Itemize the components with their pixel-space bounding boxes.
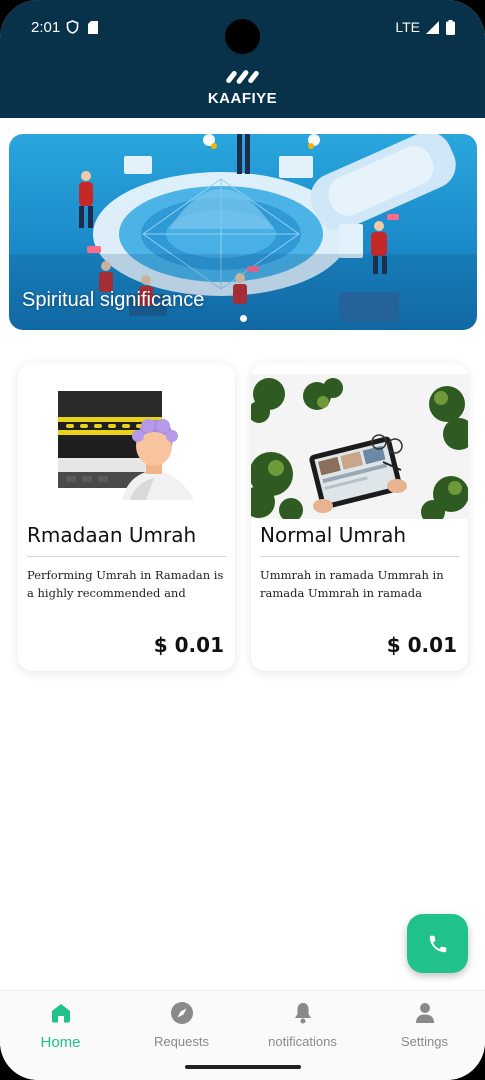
compass-icon [170, 1002, 193, 1024]
nav-item-settings[interactable]: Settings [364, 1001, 485, 1049]
phone-screen: 2:01 LTE KAAFIYE Spiritual significance … [0, 0, 485, 1080]
card-description: Performing Umrah in Ramadan is a highly … [27, 568, 224, 600]
gesture-bar[interactable] [185, 1065, 301, 1069]
phone-icon [429, 935, 446, 952]
shield-icon [66, 20, 79, 34]
card-title: Normal Umrah [260, 523, 406, 547]
nav-item-home[interactable]: Home [0, 1001, 121, 1051]
package-card-normal[interactable]: Normal Umrah Ummrah in ramada Ummrah in … [251, 363, 468, 671]
kaaba-pilgrim-illustration [58, 391, 194, 500]
nav-item-notifications[interactable]: notifications [242, 1001, 363, 1049]
person-icon [415, 1003, 434, 1023]
nav-label-settings: Settings [401, 1034, 448, 1049]
card-divider [260, 556, 459, 557]
nav-item-requests[interactable]: Requests [121, 1001, 242, 1049]
network-label: LTE [395, 19, 420, 35]
package-card-ramadan[interactable]: Rmadaan Umrah Performing Umrah in Ramada… [18, 363, 235, 671]
bell-icon [294, 1003, 311, 1024]
status-icons-left [66, 20, 98, 34]
call-button[interactable] [407, 914, 468, 973]
card-description: Ummrah in ramada Ummrah in ramada Ummrah… [260, 568, 444, 600]
card-title: Rmadaan Umrah [27, 523, 197, 547]
card-price: $ 0.01 [386, 633, 457, 657]
carousel-indicator-dot [240, 315, 247, 322]
status-bar: 2:01 LTE [0, 0, 485, 56]
signal-icon [426, 20, 439, 34]
app-header: 2:01 LTE KAAFIYE [0, 0, 485, 118]
banner-carousel[interactable]: Spiritual significance [9, 134, 477, 330]
home-icon [51, 1004, 70, 1023]
tablet-desk-photo [251, 374, 468, 519]
nav-label-notifications: notifications [268, 1034, 337, 1049]
banner-title: Spiritual significance [22, 289, 205, 311]
logo-mark-icon [225, 70, 259, 84]
status-time: 2:01 [31, 19, 61, 36]
card-divider [27, 556, 226, 557]
nav-label-home: Home [40, 1034, 81, 1051]
status-icons-right: LTE [395, 19, 455, 35]
battery-icon [446, 19, 455, 35]
logo-text: KAAFIYE [207, 90, 278, 107]
nav-label-requests: Requests [154, 1034, 209, 1049]
camera-cutout [225, 19, 260, 54]
sd-card-icon [88, 20, 98, 34]
app-logo: KAAFIYE [0, 66, 485, 107]
card-price: $ 0.01 [153, 633, 224, 657]
